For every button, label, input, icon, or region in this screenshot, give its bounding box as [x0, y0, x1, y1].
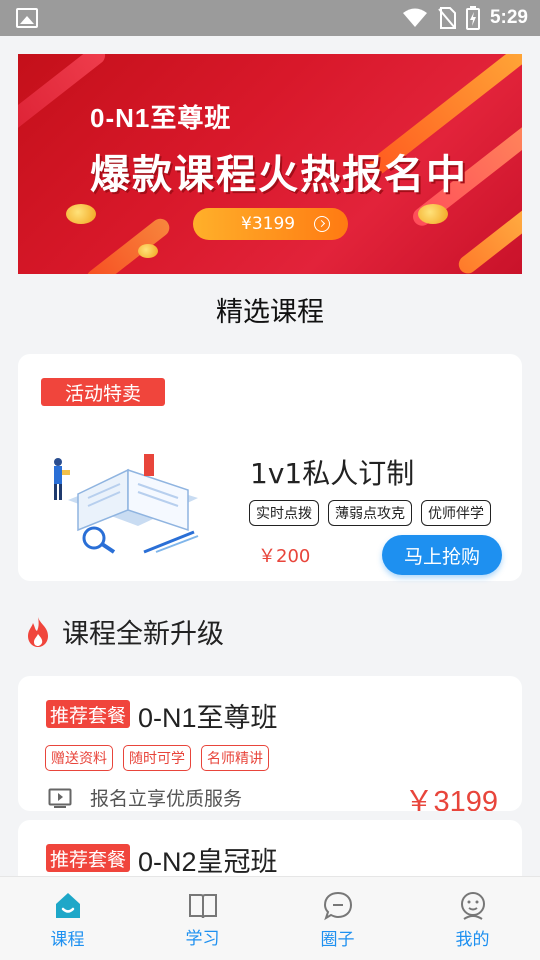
recommend-tag: 推荐套餐 [46, 844, 131, 872]
course-card[interactable]: 推荐套餐 0-N1至尊班 赠送资料 随时可学 名师精讲 报名立享优质服务 ￥31… [18, 676, 522, 811]
feature-chip: 优师伴学 [421, 500, 491, 526]
course-card[interactable]: 推荐套餐 0-N2皇冠班 [18, 820, 522, 876]
tab-label: 学习 [185, 929, 220, 949]
profile-icon [460, 892, 485, 920]
course-chip: 随时可学 [123, 745, 191, 771]
recommend-tag: 推荐套餐 [46, 700, 131, 728]
battery-charging-icon [465, 6, 480, 30]
feature-chip: 实时点拨 [249, 500, 319, 526]
banner-decoration [83, 215, 173, 274]
open-book-illustration [54, 454, 199, 554]
course-service-text: 报名立享优质服务 [90, 788, 243, 810]
banner-title: 爆款课程火热报名中 [90, 152, 468, 198]
tab-label: 圈子 [320, 930, 355, 950]
featured-chips: 实时点拨 薄弱点攻克 优师伴学 [249, 500, 491, 526]
status-time: 5:29 [489, 7, 528, 28]
no-sim-icon [438, 7, 456, 29]
tab-circle[interactable]: 圈子 [270, 877, 405, 960]
featured-price: ￥200 [258, 546, 311, 567]
course-chip: 赠送资料 [45, 745, 113, 771]
bottom-tab-bar: 课程 学习 圈子 我的 [0, 876, 540, 960]
tab-study[interactable]: 学习 [135, 877, 270, 960]
course-service: 报名立享优质服务 [48, 784, 242, 811]
coin-decoration [138, 244, 158, 258]
featured-course-card[interactable]: 活动特卖 1v1私人订制 实时点拨 薄弱点攻克 优师伴学 ￥200 马上抢购 [18, 354, 522, 581]
tab-label: 课程 [50, 930, 85, 950]
course-price: ￥3199 [404, 786, 498, 811]
feature-chip: 薄弱点攻克 [328, 500, 412, 526]
banner-decoration [455, 188, 522, 274]
chat-bubble-icon [323, 891, 352, 921]
tab-course[interactable]: 课程 [0, 877, 135, 960]
video-play-icon [48, 788, 72, 808]
fire-icon [28, 616, 48, 647]
book-icon [188, 894, 217, 919]
upgrade-section-header: 课程全新升级 [24, 612, 224, 651]
course-chip: 名师精讲 [201, 745, 269, 771]
image-notification-icon [16, 8, 38, 28]
section-title: 精选课程 [216, 297, 324, 328]
wifi-icon [402, 8, 427, 27]
tab-label: 我的 [455, 930, 490, 950]
chevron-right-icon [314, 216, 330, 232]
course-name: 0-N1至尊班 [138, 703, 278, 733]
coin-decoration [66, 204, 96, 224]
promo-banner[interactable]: 0-N1至尊班 爆款课程火热报名中 ¥3199 [18, 54, 522, 274]
course-home-icon [55, 893, 80, 918]
buy-now-button[interactable]: 马上抢购 [382, 535, 502, 575]
featured-title: 1v1私人订制 [250, 457, 415, 490]
banner-subtitle: 0-N1至尊班 [90, 103, 232, 133]
tab-mine[interactable]: 我的 [405, 877, 540, 960]
course-name: 0-N2皇冠班 [138, 847, 278, 876]
status-bar: 5:29 [0, 0, 540, 36]
coin-decoration [418, 204, 448, 224]
course-chips: 赠送资料 随时可学 名师精讲 [45, 745, 269, 771]
upgrade-title: 课程全新升级 [62, 619, 224, 650]
sale-tag: 活动特卖 [41, 378, 165, 406]
